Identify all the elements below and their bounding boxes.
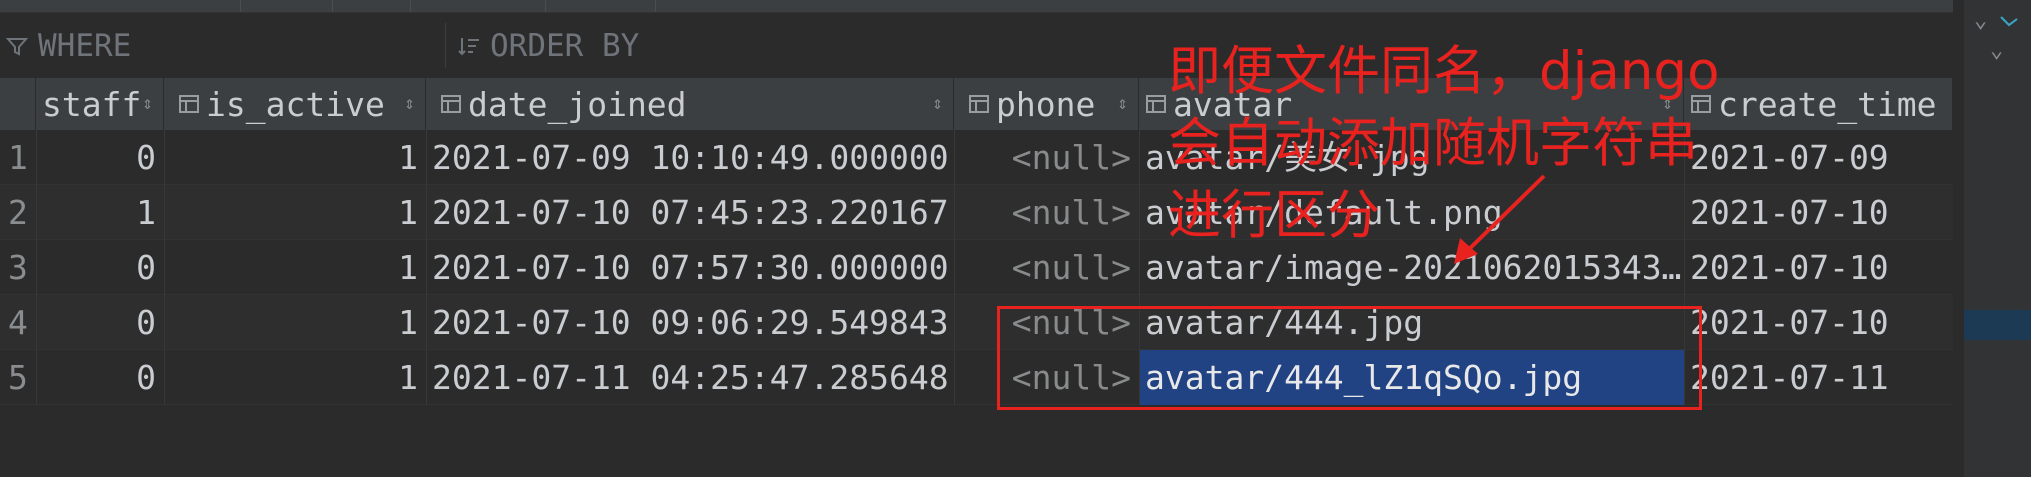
cell-date-joined[interactable]: 2021-07-10 07:57:30.000000 <box>426 240 954 295</box>
cell-staff[interactable]: 1 <box>36 185 164 240</box>
orderby-filter[interactable]: ORDER BY <box>458 13 639 78</box>
column-icon <box>179 95 199 113</box>
sort-updown-icon[interactable]: ⇕ <box>142 93 153 114</box>
cell-phone[interactable]: <null> <box>954 185 1139 240</box>
column-header-staff[interactable]: staff ⇕ <box>36 78 164 130</box>
cell-create-time[interactable]: 2021-07-11 <box>1684 350 1953 405</box>
annotation-highlight-box <box>997 306 1702 410</box>
cell-is-active[interactable]: 1 <box>164 295 426 350</box>
row-number: 2 <box>8 193 28 232</box>
cell-is-active[interactable]: 1 <box>164 130 426 185</box>
cell-create-time[interactable]: 2021-07-10 <box>1684 240 1953 295</box>
cell-create-time[interactable]: 2021-07-10 <box>1684 185 1953 240</box>
cell-is-active[interactable]: 1 <box>164 185 426 240</box>
row-number: 3 <box>8 248 28 287</box>
cell-date-joined[interactable]: 2021-07-10 07:45:23.220167 <box>426 185 954 240</box>
row-number: 1 <box>8 138 28 177</box>
column-divider <box>164 130 165 405</box>
filter-divider <box>445 23 446 68</box>
chevron-down-icon[interactable]: ⌄ <box>1990 38 2003 63</box>
annotation-arrow <box>1454 174 1546 264</box>
column-icon <box>969 95 989 113</box>
row-number-header <box>0 78 36 130</box>
cell-staff[interactable]: 0 <box>36 295 164 350</box>
sort-lines-icon <box>458 37 479 55</box>
cell-create-time[interactable]: 2021-07-09 <box>1684 130 1953 185</box>
column-header-is-active[interactable]: is_active ⇕ <box>164 78 426 130</box>
column-divider <box>426 130 427 405</box>
cell-staff[interactable]: 0 <box>36 240 164 295</box>
row-number: 4 <box>8 303 28 342</box>
column-divider <box>954 130 955 405</box>
cell-staff[interactable]: 0 <box>36 130 164 185</box>
filter-icon <box>6 37 28 56</box>
cell-staff[interactable]: 0 <box>36 350 164 405</box>
column-icon <box>441 95 461 113</box>
where-label: WHERE <box>38 27 132 64</box>
cell-phone[interactable]: <null> <box>954 130 1139 185</box>
cell-create-time[interactable]: 2021-07-10 <box>1684 295 1953 350</box>
cell-date-joined[interactable]: 2021-07-09 10:10:49.000000 <box>426 130 954 185</box>
cell-phone[interactable]: <null> <box>954 240 1139 295</box>
column-header-create-time[interactable]: create_time <box>1684 78 1953 130</box>
column-header-phone[interactable]: phone ⇕ <box>954 78 1139 130</box>
column-icon <box>1146 95 1166 113</box>
cell-is-active[interactable]: 1 <box>164 240 426 295</box>
cell-is-active[interactable]: 1 <box>164 350 426 405</box>
row-number: 5 <box>8 358 28 397</box>
chevron-down-icon[interactable]: ⌄ <box>1974 8 1987 33</box>
sort-updown-icon[interactable]: ⇕ <box>1117 93 1128 114</box>
column-divider <box>36 130 37 405</box>
column-header-date-joined[interactable]: date_joined ⇕ <box>426 78 954 130</box>
cell-date-joined[interactable]: 2021-07-11 04:25:47.285648 <box>426 350 954 405</box>
editor-scroll-marker <box>1964 310 2031 340</box>
toolbar-strip <box>0 0 1953 13</box>
where-filter[interactable]: WHERE <box>6 13 131 78</box>
cell-date-joined[interactable]: 2021-07-10 09:06:29.549843 <box>426 295 954 350</box>
sort-updown-icon[interactable]: ⇕ <box>404 93 415 114</box>
sort-updown-icon[interactable]: ⇕ <box>932 93 943 114</box>
orderby-label: ORDER BY <box>490 27 640 64</box>
right-side-panel: ⌄ ⌄ <box>1963 0 2031 477</box>
